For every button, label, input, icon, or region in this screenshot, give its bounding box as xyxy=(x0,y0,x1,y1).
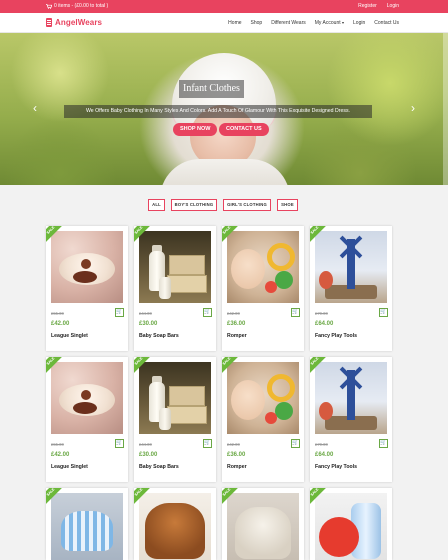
menu-item-home[interactable]: Home xyxy=(228,20,241,26)
product-image[interactable] xyxy=(315,362,387,434)
product-card[interactable]: SALE xyxy=(310,488,392,560)
hero-image-coat xyxy=(160,159,290,185)
product-image[interactable] xyxy=(227,362,299,434)
product-card[interactable]: SALE xyxy=(46,488,128,560)
product-card[interactable]: SALE £55.00 £42.00 🛒 League Singlet xyxy=(46,357,128,482)
add-to-cart-button[interactable]: 🛒 xyxy=(203,308,212,317)
cart-icon: 🛒 xyxy=(380,309,387,315)
product-image[interactable] xyxy=(51,231,123,303)
add-to-cart-button[interactable]: 🛒 xyxy=(203,439,212,448)
product-image[interactable] xyxy=(227,493,299,560)
filter-boys-clothing[interactable]: BOY'S CLOTHING xyxy=(171,199,217,211)
contact-us-button[interactable]: CONTACT US xyxy=(219,123,269,136)
logo-mark-icon xyxy=(46,18,52,27)
product-image[interactable] xyxy=(139,362,211,434)
menu-item-contact-us[interactable]: Contact Us xyxy=(374,20,399,26)
slider-next-arrow-icon[interactable]: › xyxy=(408,102,418,114)
product-name[interactable]: Romper xyxy=(227,333,247,339)
product-name[interactable]: League Singlet xyxy=(51,464,88,470)
category-filters: ALL BOY'S CLOTHING GIRL'S CLOTHING SHOE xyxy=(0,199,448,211)
product-card[interactable]: SALE £42.00 £36.00 🛒 Romper xyxy=(222,226,304,351)
product-name[interactable]: Baby Soap Bars xyxy=(139,333,179,339)
old-price: £44.00 xyxy=(139,311,152,316)
add-to-cart-button[interactable]: 🛒 xyxy=(379,308,388,317)
product-card[interactable]: SALE £70.00 £64.00 🛒 Fancy Play Tools xyxy=(310,226,392,351)
product-image[interactable] xyxy=(227,231,299,303)
product-card[interactable]: SALE £44.00 £30.00 🛒 Baby Soap Bars xyxy=(134,357,216,482)
product-name[interactable]: League Singlet xyxy=(51,333,88,339)
logo-text: AngelWears xyxy=(55,18,103,27)
mini-cart-text: 0 items - (£0.00 to total ) xyxy=(54,3,109,9)
product-name[interactable]: Baby Soap Bars xyxy=(139,464,179,470)
product-name[interactable]: Romper xyxy=(227,464,247,470)
old-price: £55.00 xyxy=(51,442,64,447)
add-to-cart-button[interactable]: 🛒 xyxy=(115,439,124,448)
menu-item-login[interactable]: Login xyxy=(353,20,365,26)
slider-prev-arrow-icon[interactable]: ‹ xyxy=(30,102,40,114)
product-card[interactable]: SALE £55.00 £42.00 🛒 League Singlet xyxy=(46,226,128,351)
register-link[interactable]: Register xyxy=(358,3,377,9)
hero-subtitle: We Offers Baby Clothing In Many Styles A… xyxy=(64,105,372,118)
product-image[interactable] xyxy=(51,493,123,560)
price: £36.00 xyxy=(227,452,246,458)
product-image[interactable] xyxy=(315,231,387,303)
menu-item-my-account[interactable]: My Account ▾ xyxy=(315,20,344,26)
cart-icon: 🛒 xyxy=(116,440,123,446)
add-to-cart-button[interactable]: 🛒 xyxy=(115,308,124,317)
old-price: £42.00 xyxy=(227,311,240,316)
hero-edge xyxy=(443,33,448,185)
menu-item-shop[interactable]: Shop xyxy=(251,20,263,26)
price: £64.00 xyxy=(315,452,334,458)
old-price: £55.00 xyxy=(51,311,64,316)
cart-icon: 🛒 xyxy=(204,440,211,446)
cart-icon: 🛒 xyxy=(116,309,123,315)
main-navigation: AngelWears Home Shop Different Wears My … xyxy=(0,13,448,33)
add-to-cart-button[interactable]: 🛒 xyxy=(379,439,388,448)
product-image[interactable] xyxy=(139,493,211,560)
mini-cart[interactable]: 0 items - (£0.00 to total ) xyxy=(46,3,108,9)
price: £30.00 xyxy=(139,321,158,327)
filter-shoe[interactable]: SHOE xyxy=(277,199,298,211)
product-card[interactable]: SALE xyxy=(222,488,304,560)
price: £42.00 xyxy=(51,321,70,327)
product-name[interactable]: Fancy Play Tools xyxy=(315,464,357,470)
old-price: £70.00 xyxy=(315,442,328,447)
cart-icon: 🛒 xyxy=(204,309,211,315)
product-image[interactable] xyxy=(51,362,123,434)
site-logo[interactable]: AngelWears xyxy=(46,18,102,27)
product-image[interactable] xyxy=(315,493,387,560)
price: £42.00 xyxy=(51,452,70,458)
old-price: £70.00 xyxy=(315,311,328,316)
cart-icon: 🛒 xyxy=(292,440,299,446)
filter-girls-clothing[interactable]: GIRL'S CLOTHING xyxy=(223,199,271,211)
shop-now-button[interactable]: SHOP NOW xyxy=(173,123,218,136)
price: £30.00 xyxy=(139,452,158,458)
product-card[interactable]: SALE £44.00 £30.00 🛒 Baby Soap Bars xyxy=(134,226,216,351)
price: £64.00 xyxy=(315,321,334,327)
product-card[interactable]: SALE £70.00 £64.00 🛒 Fancy Play Tools xyxy=(310,357,392,482)
menu-item-different-wears[interactable]: Different Wears xyxy=(271,20,306,26)
price: £36.00 xyxy=(227,321,246,327)
product-card[interactable]: SALE £42.00 £36.00 🛒 Romper xyxy=(222,357,304,482)
cart-icon: 🛒 xyxy=(380,440,387,446)
old-price: £42.00 xyxy=(227,442,240,447)
hero-title: Infant Clothes xyxy=(179,80,244,98)
chevron-down-icon: ▾ xyxy=(342,20,345,25)
cart-icon: 🛒 xyxy=(292,309,299,315)
old-price: £44.00 xyxy=(139,442,152,447)
shopping-cart-icon xyxy=(46,3,53,9)
product-image[interactable] xyxy=(139,231,211,303)
menu-item-my-account-label: My Account xyxy=(314,20,341,26)
add-to-cart-button[interactable]: 🛒 xyxy=(291,308,300,317)
product-name[interactable]: Fancy Play Tools xyxy=(315,333,357,339)
top-login-link[interactable]: Login xyxy=(387,3,399,9)
add-to-cart-button[interactable]: 🛒 xyxy=(291,439,300,448)
top-bar: 0 items - (£0.00 to total ) Register Log… xyxy=(0,0,448,13)
filter-all[interactable]: ALL xyxy=(148,199,165,211)
product-card[interactable]: SALE xyxy=(134,488,216,560)
